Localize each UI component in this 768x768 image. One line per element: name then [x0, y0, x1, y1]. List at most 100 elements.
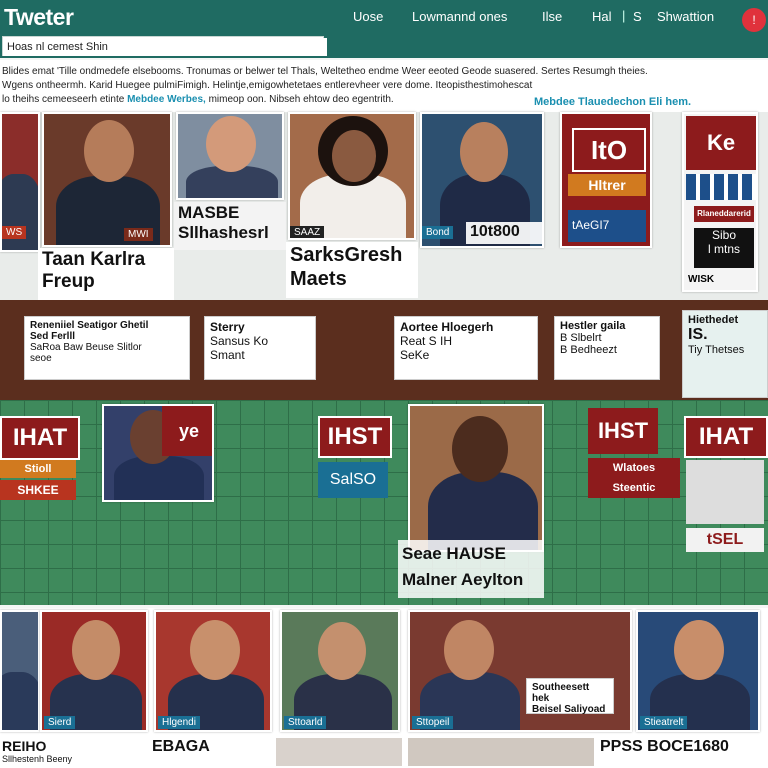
- headline-line-3-text[interactable]: lo theihs cemeeseerh etinte: [2, 94, 124, 105]
- portrait-tile-3[interactable]: Sttoarld: [280, 610, 400, 732]
- news-tile-1[interactable]: WS: [0, 112, 40, 252]
- news-tile-6[interactable]: ItO Hltrer tAeGI7: [560, 112, 652, 248]
- tile-tag: SAAZ: [290, 226, 325, 238]
- info-card-5[interactable]: Hiethedet IS. Tiy Thetses: [682, 310, 768, 398]
- news-tile-7[interactable]: Ke Rlaneddarerid Sibo l mtns WISK: [682, 112, 758, 292]
- feature-tile-2[interactable]: [408, 404, 544, 552]
- person-head: [318, 622, 366, 680]
- person-head: [206, 116, 256, 172]
- nav-divider: |: [622, 8, 626, 23]
- news-tile-5[interactable]: Bond 10t800: [420, 112, 544, 248]
- brand-emblem: IHST: [588, 408, 658, 454]
- person-head: [444, 620, 494, 680]
- nav-link-2[interactable]: Lowmannd ones: [412, 9, 507, 24]
- search-input[interactable]: [3, 38, 327, 56]
- card-sub-3: seoe: [30, 353, 52, 364]
- info-card-1[interactable]: Reneniiel Seatigor Ghetil Sed Ferlll SaR…: [24, 316, 190, 380]
- info-card-4[interactable]: Hestler gaila B Slbelrt B Bedheezt: [554, 316, 660, 380]
- nav-link-6[interactable]: Shwattion: [657, 9, 714, 24]
- brand-logo[interactable]: IHST: [318, 416, 392, 458]
- feature-caption-line-2: Malner Aeylton: [402, 570, 524, 589]
- tile-tag: Stieatrelt: [640, 716, 688, 729]
- nav-link-1[interactable]: Uose: [353, 9, 383, 24]
- footer-thumb[interactable]: [276, 738, 402, 766]
- brand-logo: Ke: [686, 116, 756, 170]
- card-title: Sterry: [210, 320, 245, 334]
- brand-sub: SalSO: [318, 462, 388, 498]
- brand-logo[interactable]: IHAT: [0, 416, 80, 460]
- notification-icon[interactable]: !: [742, 8, 766, 32]
- tile-tag: Sierd: [44, 716, 76, 729]
- info-card-2[interactable]: Sterry Sansus Ko Smant: [204, 316, 316, 380]
- search-box[interactable]: [2, 36, 327, 56]
- card-sub: B Slbelrt: [560, 332, 602, 344]
- tile-tag: tAeGI7: [568, 210, 646, 242]
- nav-link-4[interactable]: Hal: [592, 9, 612, 24]
- brand-sub-line-2: Steentic: [612, 482, 656, 494]
- tile-caption: 10t800: [466, 222, 542, 244]
- headline-line-2[interactable]: Wgens ontheermh. Karid Huegee pulmiFimig…: [2, 80, 532, 91]
- feature-tile-1[interactable]: ye: [102, 404, 214, 502]
- card-sub: Sansus Ko: [210, 334, 269, 348]
- feature-caption-line-1: Seae HAUSE: [402, 544, 506, 563]
- flag-stripes: [686, 174, 756, 200]
- thumb-grid: [686, 460, 764, 524]
- person-head: [460, 122, 508, 182]
- tile-tag: Sttopeil: [412, 716, 454, 729]
- tile-tag: WISK: [688, 274, 715, 285]
- headline-band: Blides emat 'Tille ondmedefe elsebooms. …: [0, 60, 768, 112]
- tile-caption[interactable]: Taan Karlra Freup: [38, 248, 174, 300]
- headline-right-link[interactable]: Mebdee Tlauedechon Eli hem.: [534, 96, 691, 108]
- brand-panel-line-1: Sibo: [711, 228, 737, 242]
- info-strip: Reneniiel Seatigor Ghetil Sed Ferlll SaR…: [0, 300, 768, 402]
- nav-link-3[interactable]: Ilse: [542, 9, 562, 24]
- person-suit: [2, 672, 38, 730]
- footer-headline-3[interactable]: PPSS BOCE1680: [600, 738, 766, 766]
- top-tile-row: WS MWI Taan Karlra Freup MASBE Sllhashes…: [0, 112, 768, 302]
- footer-headline-2[interactable]: EBAGA: [152, 738, 268, 766]
- news-tile-3[interactable]: [176, 112, 284, 200]
- brand-logo[interactable]: IHAT: [684, 416, 768, 458]
- brand-sub: Wlatoes Steentic: [588, 458, 680, 498]
- headline-line-1[interactable]: Blides emat 'Tille ondmedefe elsebooms. …: [2, 66, 648, 77]
- news-tile-2[interactable]: MWI: [42, 112, 172, 247]
- portrait-tile-4[interactable]: Sttopeil Southeesett hek Beisel Saliyoad: [408, 610, 632, 732]
- card-sub-2: Tiy Thetses: [688, 344, 745, 356]
- tile-caption[interactable]: MASBE Sllhashesrl: [174, 202, 286, 250]
- footer-thumb-2[interactable]: [408, 738, 594, 766]
- portrait-row: Sierd Hlgendi Sttoarld Sttopeil Southees…: [0, 608, 768, 736]
- tile-tag: Hlgendi: [158, 716, 200, 729]
- card-sub-2: Smant: [210, 348, 245, 362]
- tile-tag: Sttoarld: [284, 716, 327, 729]
- person-image: [2, 174, 38, 250]
- brand-logo: ItO: [572, 128, 646, 172]
- card-sub-2: SaRoa Baw Beuse Slitlor: [30, 342, 142, 353]
- tile-tag: WS: [2, 226, 27, 239]
- footer-headline-1-sub: Sllhestenh Beeny: [2, 754, 73, 764]
- card-sub-2: SeKe: [400, 348, 430, 362]
- brand-tag: SHKEE: [0, 480, 76, 500]
- portrait-tile-1[interactable]: Sierd: [40, 610, 148, 732]
- info-card-3[interactable]: Aortee Hloegerh Reat S IH SeKe: [394, 316, 538, 380]
- portrait-tile-2[interactable]: Hlgendi: [154, 610, 272, 732]
- news-tile-4[interactable]: SAAZ: [288, 112, 416, 240]
- headline-link[interactable]: Mebdee Werbes,: [127, 94, 206, 105]
- top-bar: Tweter Uose Lowmannd ones Ilse Hal | S S…: [0, 0, 768, 58]
- brand-sub: Rlaneddarerid: [694, 206, 754, 222]
- app-logo[interactable]: Tweter: [4, 4, 74, 31]
- card-title: Reneniiel Seatigor Ghetil: [30, 320, 149, 331]
- feature-caption[interactable]: Seae HAUSE Malner Aeylton: [398, 540, 544, 598]
- brand-panel: Sibo l mtns: [694, 228, 754, 268]
- portrait-tile-0[interactable]: [0, 610, 40, 732]
- feature-wall: IHAT Stioll SHKEE ye IHST SalSO Seae HAU…: [0, 400, 768, 605]
- footer-headline-1[interactable]: REIHO Sllhestenh Beeny: [2, 738, 148, 766]
- headline-line-3-tail[interactable]: mimeop oon. Nibseh ehtow deo egentrith.: [209, 94, 394, 105]
- card-sub: Sed Ferlll: [30, 331, 76, 342]
- nav-link-5[interactable]: S: [633, 9, 642, 24]
- portrait-tile-5[interactable]: Stieatrelt: [636, 610, 760, 732]
- inset-card-line-2: Beisel Saliyoad: [532, 704, 606, 715]
- inset-card-line-1: Southeesett hek: [532, 682, 590, 704]
- card-title: Hestler gaila: [560, 320, 626, 332]
- tile-caption[interactable]: SarksGresh Maets: [286, 242, 418, 298]
- card-sub: IS.: [688, 326, 708, 343]
